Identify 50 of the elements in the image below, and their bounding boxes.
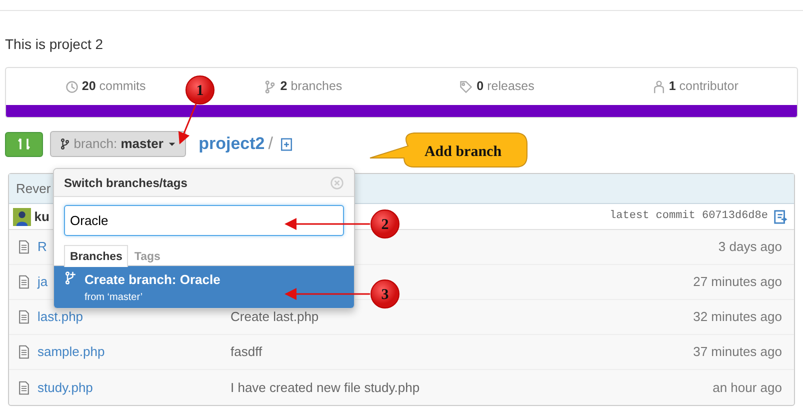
avatar-icon xyxy=(13,208,31,226)
commit-message: fasdff xyxy=(230,343,262,362)
branch-icon xyxy=(263,80,278,94)
stat-link[interactable]: 20 commits xyxy=(82,77,146,96)
people-icon xyxy=(652,80,666,94)
commit-age: an hour ago xyxy=(712,378,782,397)
new-file-icon xyxy=(280,138,292,150)
file-name-link[interactable]: last.php xyxy=(38,307,230,327)
commit-message: Rever xyxy=(16,180,51,198)
step-marker: 2 xyxy=(370,210,400,238)
branch-icon xyxy=(58,137,70,151)
commit-age: 32 minutes ago xyxy=(693,308,782,326)
path-separator: / xyxy=(268,133,273,156)
branch-search-field[interactable]: Oracle xyxy=(64,205,344,236)
file-icon xyxy=(17,380,31,396)
branch-plus-icon xyxy=(64,270,78,286)
step-marker: 3 xyxy=(370,280,400,308)
compare-button[interactable] xyxy=(5,132,43,156)
history-icon xyxy=(64,80,79,94)
create-branch-subtitle: from ‘master’ xyxy=(84,290,144,304)
file-icon xyxy=(17,344,31,360)
file-name-link[interactable]: sample.php xyxy=(38,342,230,362)
commit-age: 3 days ago xyxy=(718,238,782,256)
branch-selector[interactable]: branch: master xyxy=(50,131,186,157)
compare-icon xyxy=(17,137,31,151)
menu-tab[interactable]: Tags xyxy=(128,245,166,266)
file-icon xyxy=(17,239,31,255)
menu-title: Switch branches/tags xyxy=(64,174,188,192)
annotation-arrow xyxy=(178,104,197,144)
commit-age: 37 minutes ago xyxy=(693,343,782,362)
file-icon xyxy=(17,309,31,325)
commit-author: ku xyxy=(34,208,50,226)
stat-link[interactable]: 1 contributor xyxy=(668,77,738,96)
tag-icon xyxy=(459,80,474,94)
repo-link[interactable]: project2 xyxy=(198,131,265,157)
file-name-link[interactable]: study.php xyxy=(38,378,230,398)
commit-age: 27 minutes ago xyxy=(693,273,782,292)
stat-link[interactable]: 0 releases xyxy=(476,77,534,96)
clipboard-icon xyxy=(773,209,788,224)
commit-message: Create last.php xyxy=(230,308,319,326)
stat-link[interactable]: 2 branches xyxy=(280,77,342,96)
callout: Add branch xyxy=(370,132,528,168)
project-description: This is project 2 xyxy=(5,35,104,54)
commit-message: I have created new file study.php xyxy=(230,378,420,397)
file-icon xyxy=(17,274,31,290)
create-branch-title: Create branch: Oracle xyxy=(84,271,220,289)
create-branch-item[interactable]: Create branch: Oracle from ‘master’ xyxy=(54,266,354,308)
step-marker: 1 xyxy=(186,76,214,104)
menu-tab[interactable]: Branches xyxy=(64,245,128,267)
latest-commit-label: latest commit 60713d6d8e xyxy=(610,209,768,224)
